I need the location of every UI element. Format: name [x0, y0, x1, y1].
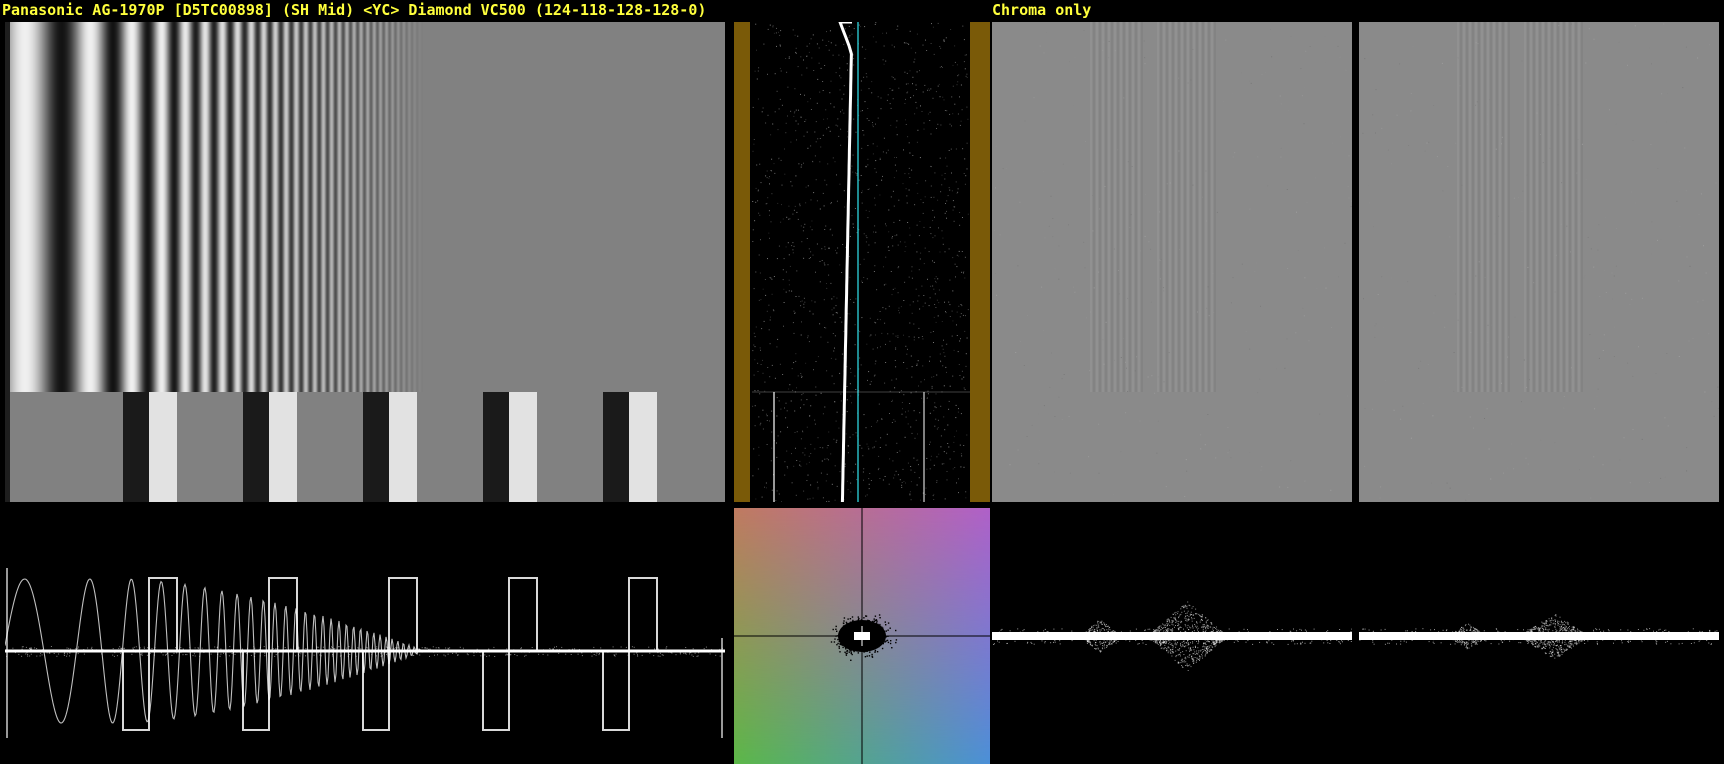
mode-label: Chroma only — [992, 0, 1091, 20]
chroma-waveform-a — [992, 508, 1352, 764]
chroma-waveform-b — [1359, 508, 1719, 764]
video-frame-view — [5, 22, 725, 502]
chroma-frame-a — [992, 22, 1352, 502]
vertical-profile — [734, 22, 990, 502]
window-title: Panasonic AG-1970P [D5TC00898] (SH Mid) … — [2, 0, 706, 20]
vectorscope — [734, 508, 990, 764]
chroma-frame-b — [1359, 22, 1719, 502]
luma-waveform — [5, 508, 725, 764]
